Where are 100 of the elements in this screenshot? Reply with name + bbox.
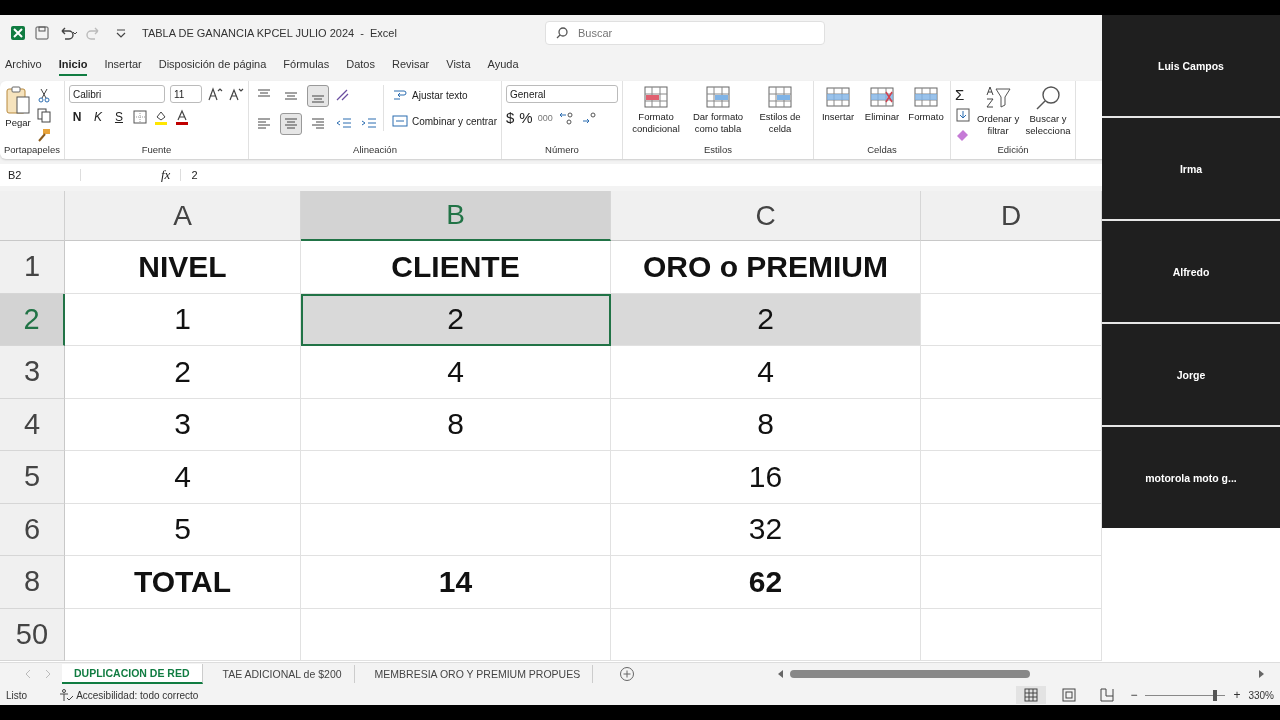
group-label: Estilos [703, 144, 733, 157]
column-header[interactable]: C [611, 191, 921, 241]
shrink-font-icon[interactable] [228, 86, 244, 102]
decrease-decimal-icon[interactable] [580, 109, 599, 126]
increase-decimal-icon[interactable] [557, 109, 576, 126]
participant-tile[interactable]: Jorge [1102, 324, 1280, 425]
percent-button[interactable]: % [519, 109, 533, 126]
wrap-text-button[interactable]: Ajustar texto [392, 85, 497, 105]
cells-button[interactable]: Eliminar [862, 85, 902, 123]
menu-tab[interactable]: Insertar [104, 54, 142, 76]
group-label: Edición [996, 144, 1030, 157]
save-icon[interactable] [34, 25, 50, 41]
editing-button[interactable]: Buscar y selecciona [1025, 85, 1071, 137]
delete-cells-icon [868, 85, 896, 109]
sheet-tab[interactable]: TAE ADICIONAL de $200 [210, 665, 355, 683]
sheet-tab[interactable]: MEMBRESIA ORO Y PREMIUM PROPUES [362, 665, 594, 683]
style-button[interactable]: Dar formato como tabla [689, 85, 747, 135]
fill-color-icon[interactable] [153, 109, 169, 125]
row-header[interactable]: 5 [0, 451, 65, 504]
scroll-left-icon[interactable] [776, 669, 786, 679]
group-label: Alineación [352, 144, 398, 157]
sort-filter-icon [984, 85, 1012, 111]
column-header[interactable]: D [921, 191, 1102, 241]
normal-view-icon[interactable] [1016, 686, 1047, 704]
italic-button[interactable]: K [90, 110, 106, 124]
editing-button[interactable]: Ordenar y filtrar [975, 85, 1021, 137]
thousands-button[interactable]: 000 [537, 112, 553, 123]
cells-button[interactable]: Insertar [818, 85, 858, 123]
menu-tab[interactable]: Disposición de página [158, 54, 267, 76]
menu-tab[interactable]: Revisar [391, 54, 430, 76]
sheet-tab[interactable]: DUPLICACION DE RED [62, 664, 203, 684]
clipboard-icon [4, 85, 32, 115]
accessibility-status[interactable]: Accesibilidad: todo correcto [59, 688, 199, 702]
font-size-dropdown[interactable]: 11 [170, 85, 202, 103]
scroll-right-icon[interactable] [1256, 669, 1266, 679]
menu-tab[interactable]: Archivo [5, 54, 42, 76]
copy-icon[interactable] [36, 107, 52, 123]
group-label: Fuente [140, 144, 173, 157]
underline-button[interactable]: S [111, 110, 127, 124]
zoom-level[interactable]: 330% [1248, 689, 1274, 701]
font-color-icon[interactable] [174, 109, 190, 125]
row-header[interactable]: 6 [0, 503, 65, 556]
cells-button[interactable]: Formato [906, 85, 946, 123]
merge-center-button[interactable]: Combinar y centrar [392, 111, 497, 131]
zoom-out-button[interactable]: − [1130, 688, 1138, 702]
scrollbar-thumb[interactable] [790, 670, 1030, 678]
eraser-icon[interactable] [955, 127, 971, 143]
insert-function-button[interactable]: fx [161, 167, 171, 183]
bold-button[interactable]: N [69, 110, 85, 124]
search-icon [554, 26, 569, 40]
font-name-dropdown[interactable]: Calibri [69, 85, 165, 103]
paste-button[interactable]: Pegar [4, 85, 32, 129]
number-format-dropdown[interactable]: General [506, 85, 618, 103]
table-cell: 4 [65, 451, 301, 504]
borders-icon[interactable] [132, 109, 148, 125]
participant-name: Jorge [1176, 368, 1206, 381]
group-label: Número [544, 144, 580, 157]
brush-icon[interactable] [36, 127, 52, 143]
menu-tab[interactable]: Fórmulas [283, 54, 330, 76]
row-header[interactable]: 4 [0, 398, 65, 451]
table-style-icon [705, 85, 731, 109]
column-header[interactable]: A [65, 191, 301, 241]
zoom-slider-thumb[interactable] [1213, 689, 1217, 701]
row-header[interactable]: 2 [0, 293, 65, 346]
row-header[interactable]: 8 [0, 556, 65, 609]
vertical-align-icon[interactable] [307, 85, 329, 107]
participant-name: Alfredo [1172, 265, 1210, 278]
currency-button[interactable]: $ [506, 109, 515, 126]
scissors-icon[interactable] [36, 87, 52, 103]
menu-tab[interactable]: Datos [346, 54, 375, 76]
table-cell: 3 [65, 398, 301, 451]
menu-tab[interactable]: Ayuda [487, 54, 519, 76]
style-button[interactable]: Estilos de celda [751, 85, 809, 135]
table-cell: 8 [301, 398, 611, 451]
participant-tile[interactable]: motorola moto g... [1102, 427, 1280, 528]
column-header[interactable]: B [301, 191, 611, 241]
row-header[interactable]: 50 [0, 608, 65, 661]
customize-icon[interactable] [114, 26, 128, 40]
search-field[interactable]: Buscar [544, 21, 825, 45]
zoom-in-button[interactable]: + [1233, 688, 1241, 702]
horizontal-align-icon[interactable] [280, 113, 302, 135]
name-box[interactable]: B2 [0, 169, 81, 181]
formula-field[interactable]: 2 [180, 169, 198, 181]
participant-tile[interactable]: Irma [1102, 118, 1280, 219]
fill-down-icon[interactable] [955, 107, 971, 123]
grow-font-icon[interactable] [207, 86, 223, 102]
search-icon [1034, 85, 1062, 111]
table-cell: 14 [301, 556, 611, 609]
table-cell: 5 [65, 503, 301, 556]
menu-tab[interactable]: Vista [446, 54, 471, 76]
add-sheet-icon[interactable] [619, 666, 636, 682]
participant-tile[interactable]: Luis Campos [1102, 15, 1280, 116]
row-header[interactable]: 1 [0, 241, 65, 294]
row-header[interactable]: 3 [0, 346, 65, 399]
table-cell: 4 [611, 346, 921, 399]
style-button[interactable]: Formato condicional [627, 85, 685, 135]
autosum-button[interactable]: Σ [955, 87, 971, 103]
table-cell: 2 [65, 346, 301, 399]
participant-tile[interactable]: Alfredo [1102, 221, 1280, 322]
menu-tab[interactable]: Inicio [58, 54, 88, 76]
